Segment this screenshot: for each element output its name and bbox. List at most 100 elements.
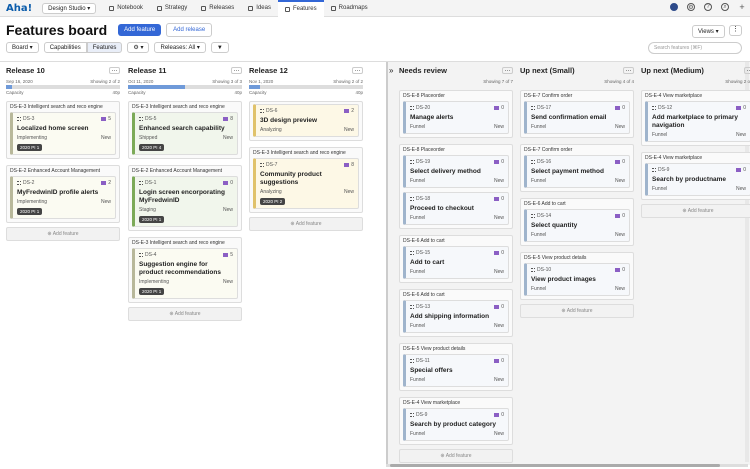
drag-handle-icon[interactable] (410, 413, 414, 417)
epic-label[interactable]: DS-E-3 Intelligent search and reco engin… (132, 240, 238, 246)
epic-label[interactable]: DS-E-6 Add to cart (524, 201, 630, 207)
feature-title[interactable]: Add shipping information (410, 313, 504, 321)
nav-ideas[interactable]: Ideas (241, 0, 278, 17)
scrollbar-thumb[interactable] (390, 464, 720, 467)
epic-label[interactable]: DS-E-4 View marketplace (645, 93, 750, 99)
feature-card[interactable]: DS-6 2 3D design preview Analyzing New (253, 104, 359, 137)
feature-card[interactable]: DS-4 5 Suggestion engine for product recom… (132, 248, 238, 299)
column-menu-button[interactable]: … (623, 66, 634, 74)
drag-handle-icon[interactable] (410, 106, 414, 110)
epic-label[interactable]: DS-E-8 Placeorder (403, 93, 509, 99)
column-menu-button[interactable]: … (744, 66, 750, 74)
capabilities-toggle[interactable]: Capabilities (43, 42, 87, 53)
add-feature-slot[interactable]: ⊕ Add feature (520, 304, 634, 318)
drag-handle-icon[interactable] (410, 305, 414, 309)
feature-card[interactable]: DS-18 0 Proceed to checkout Funnel New (403, 192, 509, 225)
add-feature-slot[interactable]: ⊕ Add feature (6, 227, 120, 241)
add-feature-slot[interactable]: ⊕ Add feature (128, 307, 242, 321)
column-title[interactable]: Needs review (399, 66, 447, 75)
feature-card[interactable]: DS-5 8 Enhanced search capability Shipped Ne… (132, 112, 238, 155)
feature-title[interactable]: Add marketplace to primary navigation (652, 114, 746, 130)
search-features-input[interactable]: Search features (⌘F) (648, 42, 742, 54)
drag-handle-icon[interactable] (260, 109, 264, 113)
column-title[interactable]: Release 12 (249, 66, 288, 75)
drag-handle-icon[interactable] (410, 359, 414, 363)
aha-logo[interactable]: Aha! (6, 3, 32, 14)
drag-handle-icon[interactable] (139, 181, 143, 185)
feature-title[interactable]: Search by productname (652, 176, 746, 184)
column-title[interactable]: Release 10 (6, 66, 45, 75)
epic-label[interactable]: DS-E-6 Add to cart (403, 292, 509, 298)
releases-filter[interactable]: Releases: All ▾ (154, 42, 206, 53)
column-title[interactable]: Release 11 (128, 66, 166, 75)
feature-title[interactable]: Localized home screen (17, 125, 111, 133)
drag-handle-icon[interactable] (17, 117, 21, 121)
feature-title[interactable]: Proceed to checkout (410, 205, 504, 213)
epic-label[interactable]: DS-E-7 Confirm order (524, 93, 630, 99)
drag-handle-icon[interactable] (410, 251, 414, 255)
column-menu-button[interactable]: … (352, 66, 363, 74)
feature-title[interactable]: Select payment method (531, 168, 625, 176)
feature-card[interactable]: DS-16 0 Select payment method Funnel New (524, 155, 630, 188)
feature-card[interactable]: DS-9 0 Search by product category Funnel New (403, 408, 509, 441)
feature-card[interactable]: DS-14 0 Select quantity Funnel New (524, 209, 630, 242)
avatar[interactable] (670, 3, 678, 11)
feature-title[interactable]: Login screen encorporating MyFredwinID (139, 189, 233, 205)
feature-title[interactable]: Community product suggestions (260, 171, 354, 187)
settings-dropdown[interactable]: ⚙ ▾ (127, 42, 150, 53)
nav-strategy[interactable]: Strategy (150, 0, 194, 17)
feature-title[interactable]: Select quantity (531, 222, 625, 230)
feature-card[interactable]: DS-15 0 Add to cart Funnel New (403, 246, 509, 279)
epic-label[interactable]: DS-E-7 Confirm order (524, 147, 630, 153)
drag-handle-icon[interactable] (531, 106, 535, 110)
board-view-dropdown[interactable]: Board ▾ (6, 42, 39, 53)
feature-title[interactable]: Enhanced search capability (139, 125, 233, 133)
feature-title[interactable]: Special offers (410, 367, 504, 375)
epic-label[interactable]: DS-E-2 Enhanced Account Management (132, 168, 238, 174)
drag-handle-icon[interactable] (139, 253, 143, 257)
epic-label[interactable]: DS-E-3 Intelligent search and reco engin… (132, 104, 238, 110)
column-title[interactable]: Up next (Small) (520, 66, 575, 75)
feature-card[interactable]: DS-20 0 Manage alerts Funnel New (403, 101, 509, 134)
column-menu-button[interactable]: … (109, 66, 120, 74)
drag-handle-icon[interactable] (260, 163, 264, 167)
epic-label[interactable]: DS-E-5 View product details (524, 255, 630, 261)
feature-title[interactable]: Manage alerts (410, 114, 504, 122)
feature-title[interactable]: MyFredwinID profile alerts (17, 189, 111, 197)
nav-roadmaps[interactable]: Roadmaps (324, 0, 375, 17)
feature-title[interactable]: Send confirmation email (531, 114, 625, 122)
feature-title[interactable]: Search by product category (410, 421, 504, 429)
feature-title[interactable]: Select delivery method (410, 168, 504, 176)
horizontal-scrollbar[interactable] (386, 464, 748, 467)
nav-releases[interactable]: Releases (194, 0, 241, 17)
epic-label[interactable]: DS-E-8 Placeorder (403, 147, 509, 153)
drag-handle-icon[interactable] (531, 160, 535, 164)
column-title[interactable]: Up next (Medium) (641, 66, 704, 75)
add-release-button[interactable]: Add release (166, 23, 213, 37)
feature-card[interactable]: DS-9 0 Search by productname Funnel New (645, 163, 750, 196)
epic-label[interactable]: DS-E-4 View marketplace (645, 155, 750, 161)
gear-icon[interactable]: ⚙ (687, 3, 695, 11)
filter-button[interactable]: ▼ (210, 42, 229, 53)
feature-card[interactable]: DS-7 8 Community product suggestions Analyz… (253, 158, 359, 209)
feature-card[interactable]: DS-2 2 MyFredwinID profile alerts Implement… (10, 176, 116, 219)
workspace-selector[interactable]: Design Studio ▾ (42, 2, 97, 14)
feature-card[interactable]: DS-11 0 Special offers Funnel New (403, 354, 509, 387)
epic-label[interactable]: DS-E-3 Intelligent search and reco engin… (253, 150, 359, 156)
drag-handle-icon[interactable] (652, 106, 656, 110)
features-toggle[interactable]: Features (86, 42, 123, 53)
epic-label[interactable]: DS-E-4 View marketplace (403, 400, 509, 406)
drag-handle-icon[interactable] (652, 168, 656, 172)
help-icon[interactable]: ? (704, 3, 712, 11)
drag-handle-icon[interactable] (139, 117, 143, 121)
feature-card[interactable]: DS-12 0 Add marketplace to primary navigat… (645, 101, 750, 142)
column-menu-button[interactable]: … (502, 66, 513, 74)
add-feature-slot[interactable]: ⊕ Add feature (249, 217, 363, 231)
more-menu-button[interactable]: ⋮ (729, 25, 742, 36)
feature-title[interactable]: 3D design preview (260, 117, 354, 125)
epic-label[interactable]: DS-E-6 Add to cart (403, 238, 509, 244)
drag-handle-icon[interactable] (17, 181, 21, 185)
feature-title[interactable]: View product images (531, 276, 625, 284)
feature-card[interactable]: DS-19 0 Select delivery method Funnel New (403, 155, 509, 188)
feature-title[interactable]: Suggestion engine for product recommenda… (139, 261, 233, 277)
